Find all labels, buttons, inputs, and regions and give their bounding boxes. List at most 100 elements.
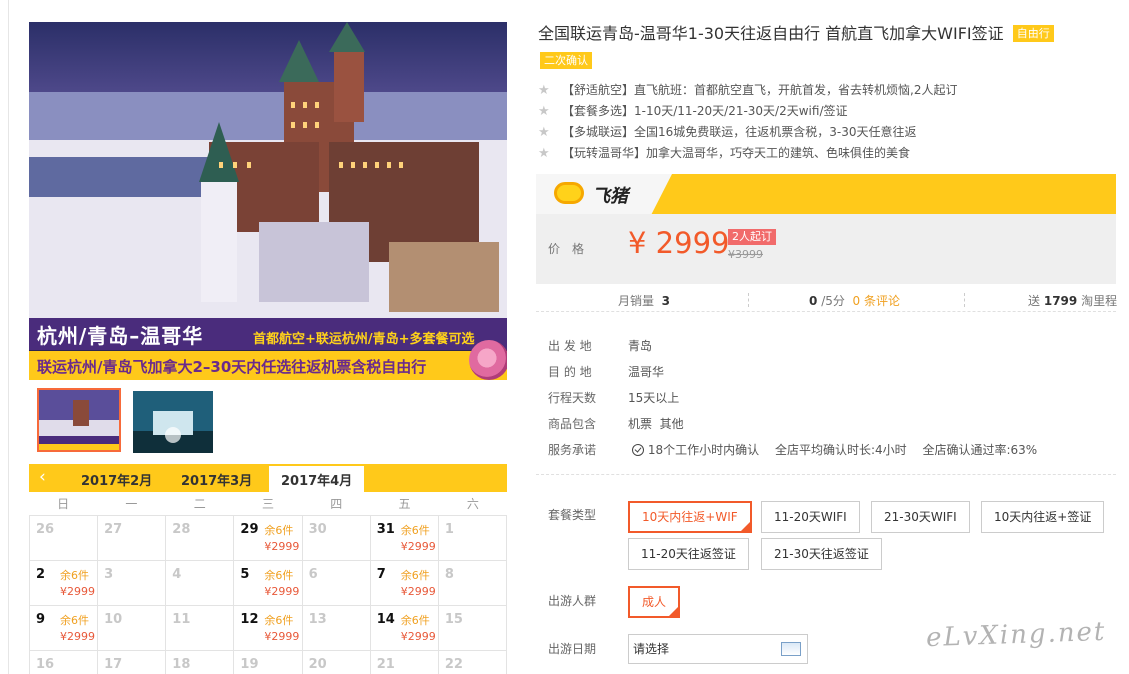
calendar-day-number: 16	[36, 657, 55, 672]
info-label: 目 的 地	[548, 365, 592, 379]
travel-date-input[interactable]: 请选择	[628, 634, 808, 664]
weekday-label: 三	[261, 497, 274, 511]
package-option[interactable]: 10天内往返+签证	[981, 501, 1105, 533]
calendar-day-stock: 余6件	[400, 569, 430, 582]
feature-item: ★ 【多城联运】全国16城免费联运，往返机票含税，3-30天任意往返	[538, 122, 957, 143]
flower-icon	[469, 340, 507, 380]
calendar-day-number: 20	[308, 657, 327, 672]
feature-list: ★ 【舒适航空】直飞航班：首都航空直飞，开航首发，省去转机烦恼,2人起订 ★ 【套餐…	[538, 80, 957, 164]
tab-month-feb[interactable]: 2017年2月	[81, 470, 152, 489]
service-promise-row: 服务承诺 18个工作小时内确认 全店平均确认时长:4小时 全店确认通过率:63%	[548, 440, 1037, 466]
info-label: 出 发 地	[548, 339, 592, 353]
calendar-day-number: 14	[376, 612, 395, 627]
calendar-day-stock: 余6件	[264, 569, 294, 582]
calendar-day-number: 10	[104, 612, 123, 627]
check-circle-icon	[631, 444, 644, 456]
chevron-left-icon[interactable]: ‹	[39, 467, 46, 487]
promise-pass-rate: 全店确认通过率:63%	[922, 443, 1038, 457]
weekday-label: 二	[193, 497, 206, 511]
price-panel: 飞猪 价格 ¥ 2999 2人起订 ¥3999	[536, 174, 1116, 284]
package-option[interactable]: 10天内往返+WIF	[628, 501, 752, 533]
calendar-day-number: 9	[36, 612, 46, 627]
section-divider	[536, 474, 1116, 475]
calendar-day-cell[interactable]: 12 余6件 ¥2999	[234, 606, 303, 651]
calendar-day-stock: 余6件	[60, 614, 89, 627]
thumbnail-2-image	[133, 391, 213, 453]
hero-route-text: 杭州/青岛–温哥华	[37, 324, 204, 348]
calendar-day-cell: 17	[98, 651, 167, 674]
calendar-day-cell: 15	[438, 606, 507, 651]
calendar-day-price: ¥2999	[264, 540, 300, 553]
star-icon: ★	[538, 83, 550, 98]
calendar-day-cell: 30	[302, 516, 371, 561]
mileage-value: 1799	[1043, 294, 1078, 308]
feature-text: 【玩转温哥华】加拿大温哥华，巧夺天工的建筑、色味俱佳的美食	[562, 146, 911, 160]
calendar-weekdays: 日 一 二 三 四 五 六	[29, 492, 507, 516]
hero-image[interactable]: 杭州/青岛–温哥华 首都航空+联运杭州/青岛+多套餐可选 联运杭州/青岛飞加拿大…	[29, 22, 507, 380]
calendar-day-cell: 27	[98, 516, 167, 561]
calendar-day-number: 11	[172, 612, 191, 627]
calendar-day-price: ¥2999	[400, 585, 436, 598]
weekday-label: 一	[125, 497, 138, 511]
calendar-day-cell[interactable]: 29 余6件 ¥2999	[234, 516, 303, 561]
calendar-day-cell[interactable]: 2 余6件 ¥2999	[30, 561, 99, 606]
traveler-option-adult[interactable]: 成人	[628, 586, 681, 618]
min-order-badge: 2人起订	[728, 229, 776, 245]
calendar-day-number: 15	[444, 612, 463, 627]
thumbnail-1[interactable]	[37, 388, 121, 452]
tab-month-mar[interactable]: 2017年3月	[181, 470, 252, 489]
calendar-day-cell[interactable]: 9 余6件 ¥2999	[30, 606, 99, 651]
gallery-column: 杭州/青岛–温哥华 首都航空+联运杭州/青岛+多套餐可选 联运杭州/青岛飞加拿大…	[8, 0, 516, 674]
calendar-grid: 26 27 28 29 余6件 ¥2999 30 31 余6件 ¥2999 1 2 余6件 ¥2999 3 4…	[29, 516, 507, 674]
calendar-day-cell: 1	[438, 516, 507, 561]
calendar-day-number: 18	[172, 657, 191, 672]
price-value: ¥ 2999	[628, 226, 730, 260]
package-option[interactable]: 21-30天WIFI	[871, 501, 970, 533]
mileage-suffix: 淘里程	[1081, 294, 1118, 308]
brand-name: 飞猪	[592, 186, 628, 207]
product-title: 全国联运青岛-温哥华1-30天往返自由行 首航直飞加拿大WIFI签证 自由行	[538, 22, 1118, 46]
feature-item: ★ 【舒适航空】直飞航班：首都航空直飞，开航首发，省去转机烦恼,2人起订	[538, 80, 957, 101]
package-option[interactable]: 11-20天WIFI	[761, 501, 860, 533]
calendar-day-number: 29	[240, 522, 259, 537]
travel-date-placeholder: 请选择	[633, 642, 670, 656]
rating-value: 0	[809, 294, 818, 308]
calendar-day-cell: 26	[30, 516, 99, 561]
feature-text: 【多城联运】全国16城免费联运，往返机票含税，3-30天任意往返	[562, 125, 917, 139]
calendar-day-price: ¥2999	[264, 630, 300, 643]
review-link[interactable]: 0 条评论	[853, 294, 900, 308]
calendar-day-cell: 4	[166, 561, 235, 606]
feature-item: ★ 【玩转温哥华】加拿大温哥华，巧夺天工的建筑、色味俱佳的美食	[538, 143, 957, 164]
tab-month-apr[interactable]: 2017年4月	[269, 466, 365, 492]
sales-label: 月销量	[618, 294, 655, 308]
calendar-day-number: 21	[376, 657, 395, 672]
promise-avg-time: 全店平均确认时长:4小时	[774, 443, 907, 457]
calendar-day-cell[interactable]: 31 余6件 ¥2999	[370, 516, 439, 561]
weekday-label: 四	[330, 497, 343, 511]
calendar-day-number: 7	[376, 567, 386, 582]
feature-text: 【套餐多选】1-10天/11-20天/21-30天/2天wifi/签证	[562, 104, 848, 118]
calendar-day-cell: 18	[166, 651, 235, 674]
info-label: 行程天数	[548, 391, 597, 405]
calendar-day-cell: 16	[30, 651, 99, 674]
price-calendar: ‹ 2017年2月 2017年3月 2017年4月 日 一 二 三 四 五 六 …	[29, 464, 507, 674]
package-option[interactable]: 11-20天往返签证	[628, 538, 749, 570]
calendar-day-price: ¥2999	[60, 585, 95, 598]
calendar-day-cell[interactable]: 7 余6件 ¥2999	[370, 561, 439, 606]
info-value: 温哥华	[628, 365, 665, 379]
calendar-day-cell[interactable]: 5 余6件 ¥2999	[234, 561, 303, 606]
hero-subtitle: 首都航空+联运杭州/青岛+多套餐可选	[253, 332, 475, 347]
tag-second-confirm: 二次确认	[540, 52, 592, 69]
calendar-day-number: 1	[444, 522, 454, 537]
calendar-icon[interactable]	[781, 642, 801, 656]
feature-item: ★ 【套餐多选】1-10天/11-20天/21-30天/2天wifi/签证	[538, 101, 957, 122]
package-option[interactable]: 21-30天往返签证	[761, 538, 882, 570]
feature-text: 【舒适航空】直飞航班：首都航空直飞，开航首发，省去转机烦恼,2人起订	[562, 83, 958, 97]
rating: 0 /5分 0 条评论	[809, 292, 900, 309]
travel-date-label: 出游日期	[548, 642, 597, 656]
calendar-day-cell: 20	[303, 651, 371, 674]
calendar-day-cell: 6	[302, 561, 371, 606]
calendar-day-cell[interactable]: 14 余6件 ¥2999	[370, 606, 439, 651]
thumbnail-2[interactable]	[133, 391, 213, 453]
product-detail: 全国联运青岛-温哥华1-30天往返自由行 首航直飞加拿大WIFI签证 自由行 二…	[536, 0, 1129, 674]
